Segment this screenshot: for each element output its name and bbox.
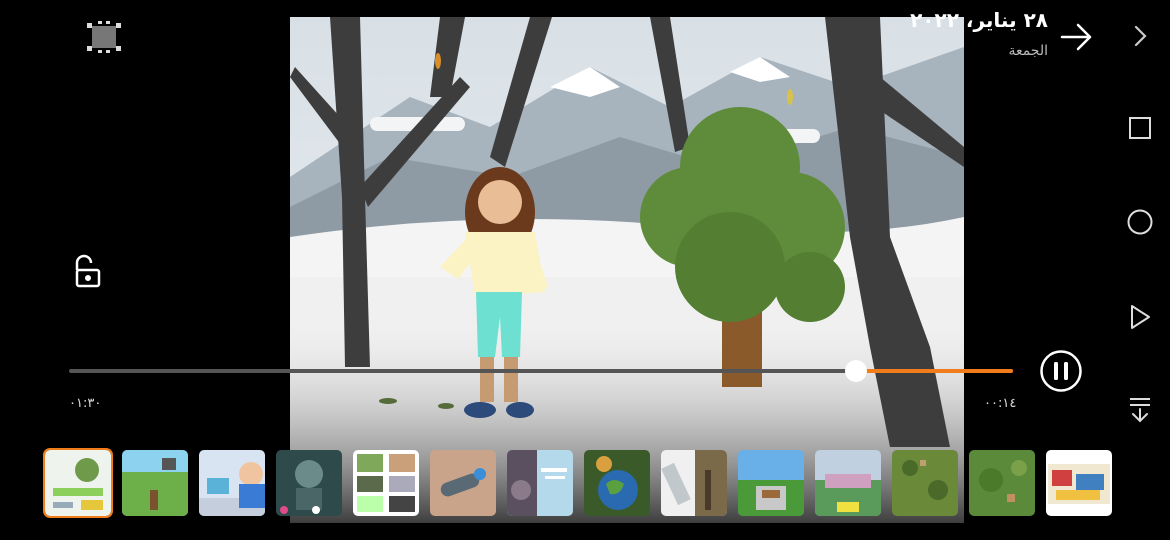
pause-icon[interactable] <box>1038 348 1084 394</box>
thumbnail-12[interactable] <box>892 450 958 516</box>
thumbnail-10[interactable] <box>738 450 804 516</box>
collapse-down-icon[interactable] <box>1126 396 1154 424</box>
thumbnail-2[interactable] <box>122 450 188 516</box>
thumbnail-13[interactable] <box>969 450 1035 516</box>
crop-frame-icon[interactable] <box>82 18 126 56</box>
thumbnail-7[interactable] <box>507 450 573 516</box>
thumbnail-3[interactable] <box>199 450 265 516</box>
arrow-right-icon[interactable] <box>1058 18 1096 56</box>
thumbnail-9[interactable] <box>661 450 727 516</box>
thumbnail-14[interactable] <box>1046 450 1112 516</box>
triangle-icon[interactable] <box>1126 302 1154 332</box>
time-start-label: ٠١:٣٠ <box>69 396 102 411</box>
date-title: ٢٨ يناير، ٢٠٢٢ <box>910 8 1048 32</box>
thumbnail-11[interactable] <box>815 450 881 516</box>
timeline-scrubber[interactable] <box>845 360 867 382</box>
thumbnail-8[interactable] <box>584 450 650 516</box>
time-end-label: ٠٠:١٤ <box>984 396 1017 411</box>
timeline-progress <box>856 369 1013 373</box>
thumbnail-6[interactable] <box>430 450 496 516</box>
timeline-track[interactable] <box>69 369 1013 373</box>
video-frame[interactable] <box>290 17 964 523</box>
thumbnail-5[interactable] <box>353 450 419 516</box>
unlock-icon[interactable] <box>68 252 106 290</box>
square-icon[interactable] <box>1126 114 1154 142</box>
thumbnail-1[interactable] <box>43 448 113 518</box>
circle-icon[interactable] <box>1125 207 1155 237</box>
day-label: الجمعة <box>1008 43 1048 59</box>
thumbnail-4[interactable] <box>276 450 342 516</box>
chevron-right-icon[interactable] <box>1126 22 1154 50</box>
